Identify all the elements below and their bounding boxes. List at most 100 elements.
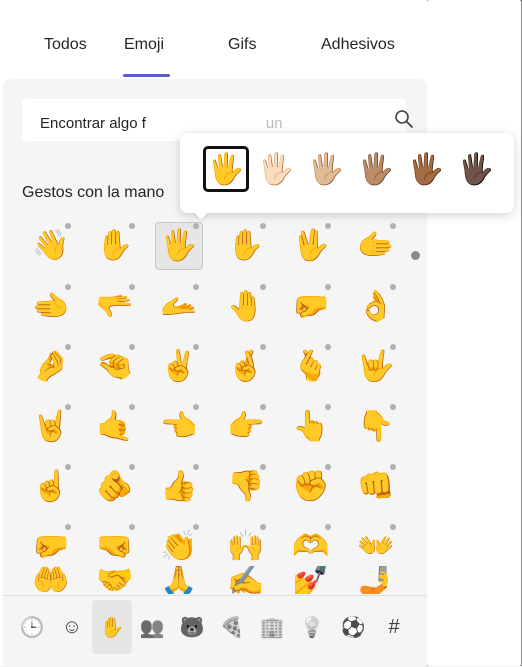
tab-adhesivos[interactable]: Adhesivos — [321, 36, 395, 54]
skin-tone-indicator — [65, 344, 71, 350]
building-icon[interactable]: 🏢 — [252, 600, 292, 654]
symbols-icon[interactable]: # — [374, 600, 414, 654]
skin-tone-option[interactable]: 🖐🏾 — [403, 146, 449, 192]
skin-tone-indicator — [129, 404, 135, 410]
smiley-icon[interactable]: ☺ — [52, 600, 92, 654]
emoji-cell[interactable]: 🤛 — [27, 523, 75, 571]
tab-bar: Todos Emoji Gifs Adhesivos — [0, 0, 427, 78]
skin-tone-indicator — [193, 464, 199, 470]
tab-emoji[interactable]: Emoji — [124, 36, 164, 54]
emoji-cell[interactable]: 🤲 — [27, 566, 75, 594]
emoji-cell[interactable]: 🤌 — [27, 343, 75, 391]
emoji-cell[interactable]: 🫵 — [91, 463, 139, 511]
food-icon-glyph: 🍕 — [219, 616, 245, 639]
emoji-cell[interactable]: 👋 — [27, 222, 75, 270]
people-icon-glyph: 👥 — [139, 616, 165, 639]
emoji-cell[interactable]: 🫳 — [91, 283, 139, 331]
emoji-cell[interactable]: 🤚 — [222, 283, 270, 331]
animal-icon[interactable]: 🐻 — [172, 600, 212, 654]
skin-tone-option[interactable]: 🖐🏼 — [303, 146, 349, 192]
skin-tone-indicator — [193, 223, 199, 229]
recent-icon[interactable]: 🕒 — [12, 600, 52, 654]
emoji-cell[interactable]: 🤏 — [91, 343, 139, 391]
scrollbar-thumb[interactable] — [411, 251, 420, 260]
skin-tone-indicator — [260, 344, 266, 350]
emoji-cell[interactable]: 👆 — [287, 403, 335, 451]
emoji-cell[interactable]: 👎 — [222, 463, 270, 511]
emoji-cell[interactable]: 🫲 — [27, 283, 75, 331]
section-title: Gestos con la mano — [22, 184, 165, 201]
emoji-cell[interactable]: 👏 — [155, 523, 203, 571]
emoji-cell[interactable]: ✋ — [222, 222, 270, 270]
emoji-cell[interactable]: 🖐️ — [155, 222, 203, 270]
emoji-cell[interactable]: 👐 — [352, 523, 400, 571]
smiley-icon-glyph: ☺ — [61, 615, 83, 638]
hand-icon[interactable]: ✋ — [92, 600, 132, 654]
emoji-cell[interactable]: 🙏 — [155, 566, 203, 594]
emoji-cell[interactable]: 🤘 — [27, 403, 75, 451]
emoji-cell[interactable]: 🫶 — [287, 523, 335, 571]
emoji-cell[interactable]: 🙌 — [222, 523, 270, 571]
soccer-ball-icon[interactable]: ⚽ — [333, 600, 373, 654]
skin-tone-indicator — [65, 464, 71, 470]
emoji-cell[interactable]: 🤝 — [91, 566, 139, 594]
emoji-cell[interactable]: 🖖 — [287, 222, 335, 270]
skin-tone-indicator — [129, 344, 135, 350]
tab-todos[interactable]: Todos — [44, 36, 87, 54]
active-tab-indicator — [123, 74, 170, 77]
emoji-cell[interactable]: 👇 — [352, 403, 400, 451]
emoji-cell[interactable]: ✌️ — [155, 343, 203, 391]
building-icon-glyph: 🏢 — [259, 616, 285, 639]
emoji-cell[interactable]: 🫰 — [287, 343, 335, 391]
food-icon[interactable]: 🍕 — [212, 600, 252, 654]
skin-tone-indicator — [65, 404, 71, 410]
skin-tone-indicator — [325, 464, 331, 470]
emoji-cell[interactable]: 💅 — [287, 566, 335, 594]
emoji-cell[interactable]: 🤟 — [352, 343, 400, 391]
skin-tone-indicator — [260, 524, 266, 530]
emoji-cell[interactable]: 👊 — [352, 463, 400, 511]
symbols-icon-glyph: # — [388, 615, 400, 638]
skin-tone-indicator — [325, 524, 331, 530]
emoji-cell[interactable]: 🤙 — [91, 403, 139, 451]
emoji-cell[interactable]: 👍 — [155, 463, 203, 511]
emoji-panel: Todos Emoji Gifs Adhesivos Encontrar alg… — [0, 0, 427, 667]
animal-icon-glyph: 🐻 — [179, 616, 205, 639]
skin-tone-indicator — [260, 223, 266, 229]
skin-tone-indicator — [325, 404, 331, 410]
skin-tone-indicator — [390, 284, 396, 290]
skin-tone-indicator — [390, 223, 396, 229]
skin-tone-indicator — [325, 284, 331, 290]
skin-tone-indicator — [65, 524, 71, 530]
search-icon[interactable] — [394, 109, 414, 129]
skin-tone-indicator — [129, 464, 135, 470]
skin-tone-indicator — [325, 344, 331, 350]
emoji-cell[interactable]: 🤛 — [287, 283, 335, 331]
emoji-cell[interactable]: ☝️ — [27, 463, 75, 511]
recent-icon-glyph: 🕒 — [19, 616, 45, 639]
emoji-cell[interactable]: 👌 — [352, 283, 400, 331]
skin-tone-option[interactable]: 🖐️ — [203, 146, 249, 192]
emoji-cell[interactable]: 👈 — [155, 403, 203, 451]
tab-gifs[interactable]: Gifs — [228, 36, 256, 54]
emoji-cell[interactable]: 👉 — [222, 403, 270, 451]
emoji-cell[interactable]: 🤳 — [352, 566, 400, 594]
emoji-cell[interactable]: 🤜 — [91, 523, 139, 571]
people-icon[interactable]: 👥 — [132, 600, 172, 654]
skin-tone-option[interactable]: 🖐🏻 — [253, 146, 299, 192]
lightbulb-icon[interactable]: 💡 — [292, 600, 332, 654]
emoji-cell[interactable]: ✍️ — [222, 566, 270, 594]
skin-tone-option[interactable]: 🖐🏽 — [353, 146, 399, 192]
skin-tone-indicator — [390, 464, 396, 470]
emoji-cell[interactable]: ✋ — [91, 222, 139, 270]
emoji-cell[interactable]: 🫴 — [155, 283, 203, 331]
search-input[interactable]: Encontrar algo f un — [40, 115, 283, 132]
skin-tone-option[interactable]: 🖐🏿 — [453, 146, 499, 192]
emoji-cell[interactable]: 🤞 — [222, 343, 270, 391]
skin-tone-indicator — [129, 284, 135, 290]
skin-tone-indicator — [260, 404, 266, 410]
lightbulb-icon-glyph: 💡 — [299, 616, 325, 639]
emoji-cell[interactable]: 🫱 — [352, 222, 400, 270]
skin-tone-indicator — [129, 524, 135, 530]
emoji-cell[interactable]: ✊ — [287, 463, 335, 511]
